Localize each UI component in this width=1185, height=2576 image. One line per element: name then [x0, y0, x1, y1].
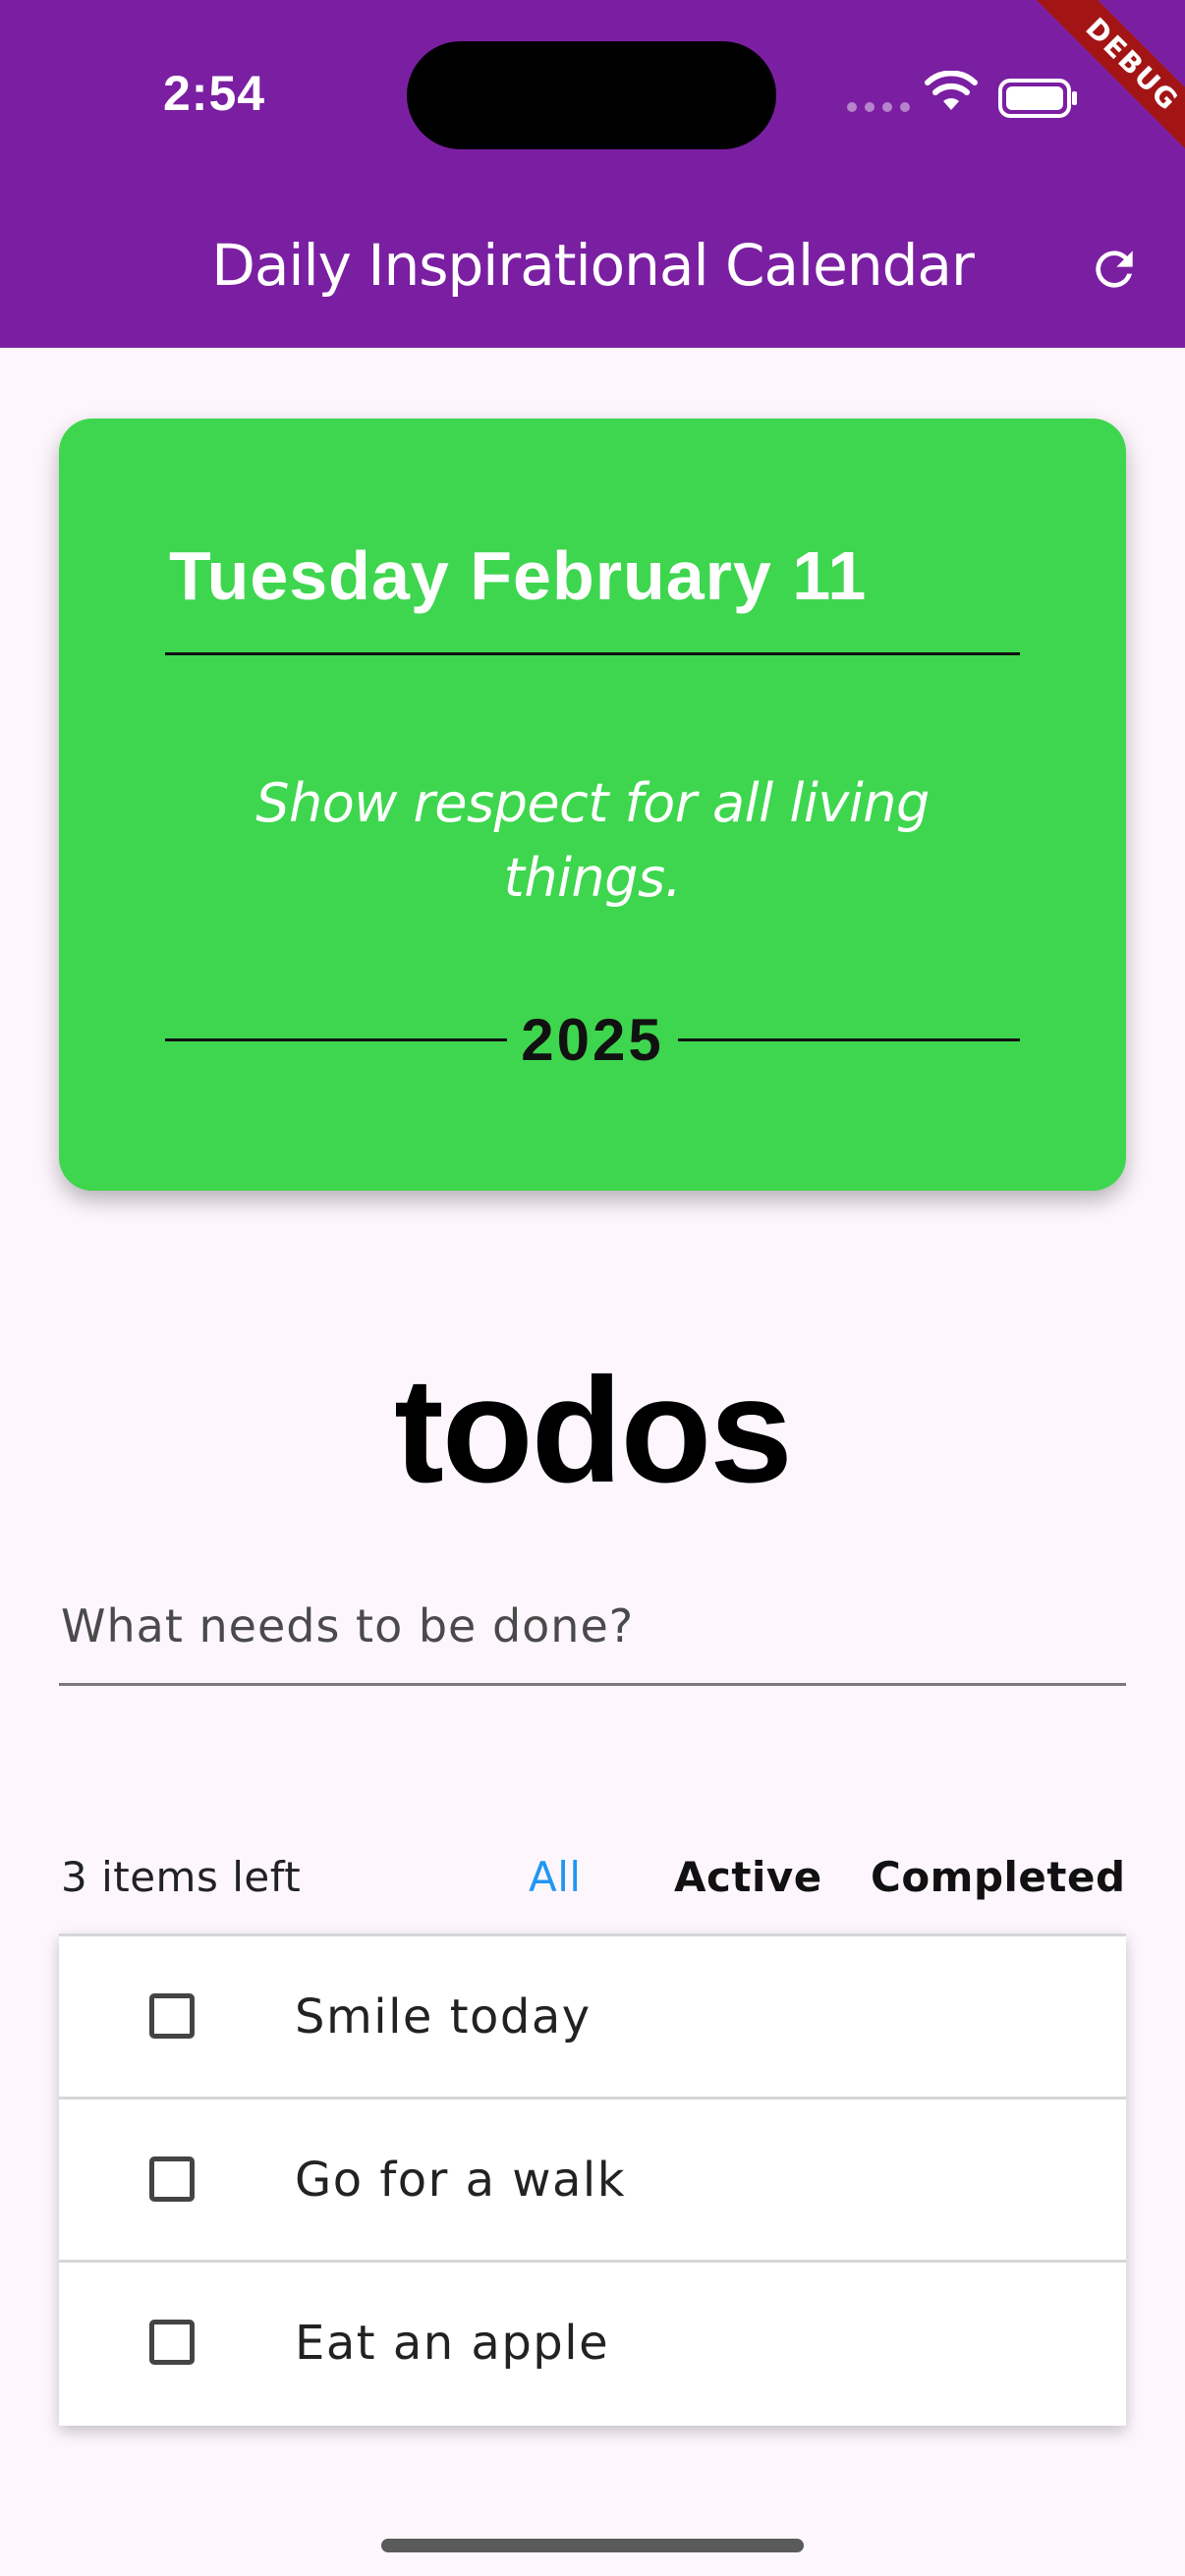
todo-text: Smile today [295, 1989, 592, 2044]
filter-completed[interactable]: Completed [871, 1853, 1126, 1901]
app-bar: 2:54 DEBUG Daily Inspirational Calendar [0, 0, 1185, 348]
calendar-card: Tuesday February 11 Show respect for all… [59, 419, 1126, 1191]
items-left-count: 3 items left [61, 1853, 302, 1901]
year-divider-left [165, 1037, 508, 1041]
filter-all[interactable]: All [529, 1853, 582, 1901]
dynamic-island [407, 41, 776, 149]
todo-item[interactable]: Smile today [59, 1936, 1126, 2100]
todo-checkbox[interactable] [149, 2156, 195, 2202]
todo-text: Eat an apple [295, 2316, 610, 2371]
todos-title: todos [394, 1347, 793, 1514]
refresh-icon [1096, 251, 1133, 288]
app-title: Daily Inspirational Calendar [211, 232, 975, 299]
todo-list: Smile today Go for a walk Eat an apple [59, 1933, 1126, 2426]
new-todo-input[interactable] [59, 1568, 1126, 1686]
year-row: 2025 [165, 1000, 1021, 1079]
filter-bar: 3 items left All Active Completed [59, 1847, 1126, 1910]
status-time: 2:54 [163, 66, 266, 121]
year-divider-right [677, 1037, 1021, 1041]
calendar-date: Tuesday February 11 [169, 537, 868, 614]
wifi-icon [925, 71, 978, 110]
battery-icon [998, 79, 1077, 118]
inspirational-quote: Show respect for all living things. [255, 772, 930, 909]
todo-text: Go for a walk [295, 2153, 627, 2208]
todo-item[interactable]: Eat an apple [59, 2263, 1126, 2426]
cellular-signal-icon [847, 102, 910, 112]
todo-checkbox[interactable] [149, 2320, 195, 2365]
filter-active[interactable]: Active [674, 1853, 822, 1901]
date-divider [165, 652, 1020, 655]
refresh-button[interactable] [1077, 232, 1152, 307]
calendar-year: 2025 [521, 1006, 664, 1073]
home-indicator[interactable] [381, 2539, 804, 2552]
todo-checkbox[interactable] [149, 1993, 195, 2039]
todo-item[interactable]: Go for a walk [59, 2100, 1126, 2263]
